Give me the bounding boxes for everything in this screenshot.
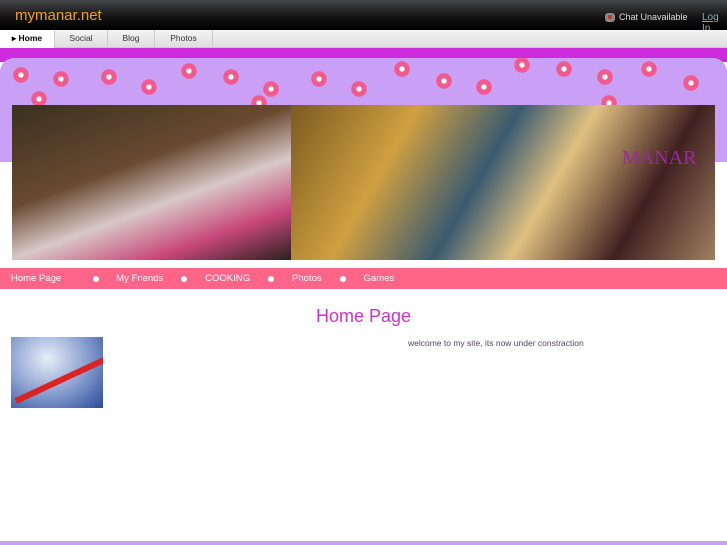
carousel-photo <box>291 105 715 260</box>
nav-photos[interactable]: Photos <box>292 273 322 284</box>
content-image <box>11 337 103 408</box>
bullet-icon <box>93 275 100 282</box>
banner-title: MANAR <box>622 147 697 169</box>
tab-home[interactable]: ▸ Home <box>0 30 55 48</box>
page-title: Home Page <box>315 306 412 326</box>
bullet-icon <box>339 275 346 282</box>
nav-my-friends[interactable]: My Friends <box>116 273 163 284</box>
tab-label: Home <box>18 33 43 43</box>
bullet-icon <box>181 275 188 282</box>
bullet-icon <box>268 275 275 282</box>
chat-icon <box>605 12 615 22</box>
tab-bar: ▸ Home Social Blog Photos <box>0 30 727 48</box>
welcome-text: welcome to my site, its now under constr… <box>408 338 584 348</box>
footer-band <box>0 541 727 545</box>
tab-photos[interactable]: Photos <box>155 30 213 48</box>
main-nav: Home Page My Friends COOKING Photos Game… <box>0 268 727 289</box>
site-name[interactable]: mymanar.net <box>15 7 102 24</box>
tab-blog[interactable]: Blog <box>108 30 155 48</box>
nav-cooking[interactable]: COOKING <box>205 273 250 284</box>
chat-status: Chat Unavailable <box>605 12 688 22</box>
nav-games[interactable]: Games <box>364 273 395 284</box>
party-photo <box>12 105 291 260</box>
chat-status-label: Chat Unavailable <box>619 12 688 22</box>
nav-home-page[interactable]: Home Page <box>11 273 61 284</box>
tab-social[interactable]: Social <box>55 30 108 48</box>
banner-photos <box>12 105 715 260</box>
top-bar: mymanar.net Chat Unavailable Log In <box>0 0 727 34</box>
